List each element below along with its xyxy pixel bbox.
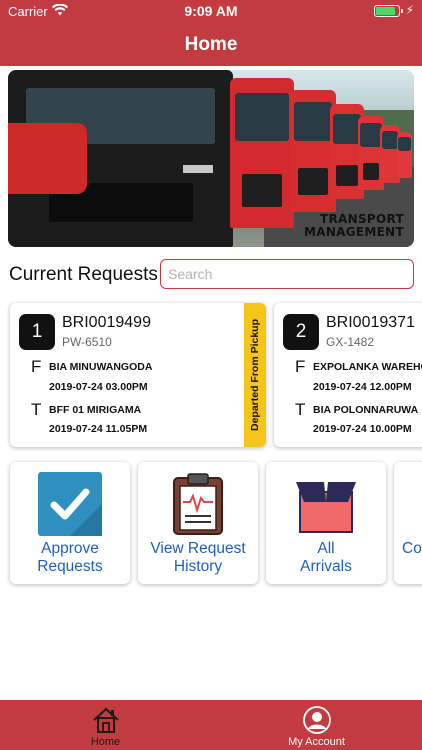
from-label: F bbox=[31, 357, 42, 376]
search-input[interactable] bbox=[160, 259, 414, 289]
status-bar: Carrier 9:09 AM ⚡ bbox=[0, 0, 422, 22]
banner-caption: TRANSPORT MANAGEMENT bbox=[304, 213, 404, 239]
tab-my-account-label: My Account bbox=[288, 736, 345, 748]
request-cards-carousel[interactable]: 1 BRI0019499 PW-6510 F BIA MINUWANGODA 2… bbox=[10, 303, 422, 447]
status-text: Departed From Pickup bbox=[249, 318, 261, 432]
box-icon bbox=[294, 472, 358, 536]
truck-graphic bbox=[397, 132, 412, 178]
to-location: BIA POLONNARUWA bbox=[313, 404, 419, 416]
request-index-badge: 1 bbox=[19, 314, 55, 350]
from-location: BIA MINUWANGODA bbox=[49, 361, 153, 373]
tile-label-line2: Arrivals bbox=[300, 558, 352, 575]
tab-my-account[interactable]: My Account bbox=[211, 700, 422, 750]
tile-label-line2: History bbox=[173, 558, 223, 575]
charging-icon: ⚡ bbox=[405, 3, 414, 17]
vehicle-number: PW-6510 bbox=[62, 335, 112, 349]
from-label: F bbox=[295, 357, 306, 376]
view-request-history-tile[interactable]: View Request History bbox=[138, 462, 258, 584]
tile-label-line1: All bbox=[317, 540, 335, 557]
to-time: 2019-07-24 11.05PM bbox=[49, 423, 148, 435]
to-label: T bbox=[31, 400, 42, 419]
banner-image: TRANSPORT MANAGEMENT bbox=[8, 70, 414, 247]
to-location: BFF 01 MIRIGAMA bbox=[49, 404, 142, 416]
all-arrivals-tile[interactable]: All Arrivals bbox=[266, 462, 386, 584]
request-card[interactable]: 1 BRI0019499 PW-6510 F BIA MINUWANGODA 2… bbox=[10, 303, 266, 447]
top-bar: Carrier 9:09 AM ⚡ Home bbox=[0, 0, 422, 66]
banner-caption-line2: MANAGEMENT bbox=[304, 225, 404, 239]
tile-label-line2: Co bbox=[402, 540, 422, 557]
user-icon bbox=[302, 706, 331, 734]
home-icon bbox=[92, 706, 120, 734]
tab-home-label: Home bbox=[90, 736, 121, 748]
truck-graphic bbox=[8, 70, 233, 247]
tab-bar: Home My Account bbox=[0, 700, 422, 750]
action-tiles: Approve Requests View Request History Al… bbox=[10, 462, 422, 584]
request-card[interactable]: 2 BRI0019371 GX-1482 F EXPOLANKA WAREHOU… bbox=[274, 303, 422, 447]
partial-tile[interactable]: Co bbox=[394, 462, 422, 584]
clock: 9:09 AM bbox=[184, 3, 238, 19]
request-id: BRI0019371 bbox=[326, 314, 415, 331]
check-icon bbox=[38, 472, 102, 536]
approve-requests-tile[interactable]: Approve Requests bbox=[10, 462, 130, 584]
request-index-badge: 2 bbox=[283, 314, 319, 350]
to-label: T bbox=[295, 400, 306, 419]
tab-home[interactable]: Home bbox=[0, 700, 211, 750]
tile-label-line1: View Request bbox=[150, 540, 246, 557]
to-time: 2019-07-24 10.00PM bbox=[313, 423, 412, 435]
from-time: 2019-07-24 03.00PM bbox=[49, 381, 148, 393]
from-location: EXPOLANKA WAREHOUSE bbox=[313, 361, 422, 373]
tile-label-line2: Requests bbox=[37, 558, 103, 575]
truck-graphic bbox=[230, 78, 294, 228]
current-requests-title: Current Requests bbox=[9, 264, 158, 285]
vehicle-number: GX-1482 bbox=[326, 335, 375, 349]
request-id: BRI0019499 bbox=[62, 314, 151, 331]
home-screen: Carrier 9:09 AM ⚡ Home TRANSPORT MANAGEM… bbox=[0, 0, 422, 750]
from-time: 2019-07-24 12.00PM bbox=[313, 381, 412, 393]
status-badge: Departed From Pickup bbox=[244, 303, 266, 447]
battery-icon bbox=[374, 5, 403, 17]
tile-label-line1: Approve bbox=[41, 540, 99, 557]
page-title: Home bbox=[184, 34, 238, 55]
clipboard-icon bbox=[166, 472, 230, 536]
